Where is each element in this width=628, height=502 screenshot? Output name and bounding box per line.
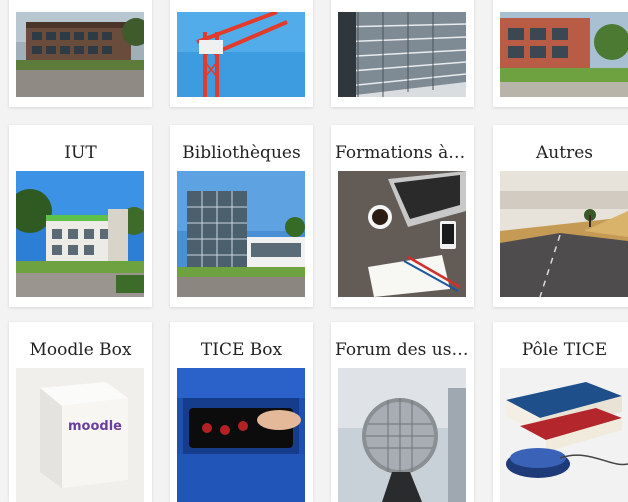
tile-autres[interactable]: Autres: [493, 125, 628, 307]
tile-bibliotheques[interactable]: Bibliothèques: [170, 125, 313, 307]
tile-title: Forum des usa...: [335, 340, 474, 360]
tile-tice-box[interactable]: TICE Box: [170, 322, 313, 502]
tile-building-1[interactable]: [9, 0, 152, 107]
tile-image-microphone: [338, 368, 466, 502]
tile-title: Bibliothèques: [182, 143, 301, 163]
tile-title: Moodle Box: [29, 340, 132, 360]
tile-image-iut-building: [16, 171, 144, 297]
course-category-grid: IUT Bibliothèques Formations à d... Autr…: [0, 0, 628, 502]
moodle-box-logo: moodle: [68, 419, 122, 434]
tile-title: Pôle TICE: [521, 340, 608, 360]
tile-image-building: [16, 12, 144, 97]
tile-image-glass-building: [338, 12, 466, 97]
tile-image-crane: [177, 12, 305, 97]
tile-pole-tice[interactable]: Pôle TICE: [493, 322, 628, 502]
tile-moodle-box[interactable]: Moodle Box moodle: [9, 322, 152, 502]
tile-brick-building[interactable]: [493, 0, 628, 107]
tile-image-moodle-box: moodle: [16, 368, 144, 502]
tile-image-books-mouse: [500, 368, 628, 502]
tile-image-road: [500, 171, 628, 297]
tile-image-brick-building: [500, 12, 628, 97]
tile-image-library: [177, 171, 305, 297]
tile-image-desk: [338, 171, 466, 297]
tile-formations[interactable]: Formations à d...: [331, 125, 474, 307]
tile-title: TICE Box: [200, 340, 283, 360]
tile-iut[interactable]: IUT: [9, 125, 152, 307]
tile-glass-building[interactable]: [331, 0, 474, 107]
tile-forum[interactable]: Forum des usa...: [331, 322, 474, 502]
tile-title: IUT: [64, 143, 97, 163]
tile-crane[interactable]: [170, 0, 313, 107]
tile-title: Autres: [536, 143, 593, 163]
tile-title: Formations à d...: [335, 143, 474, 163]
tile-image-toolbox: [177, 368, 305, 502]
